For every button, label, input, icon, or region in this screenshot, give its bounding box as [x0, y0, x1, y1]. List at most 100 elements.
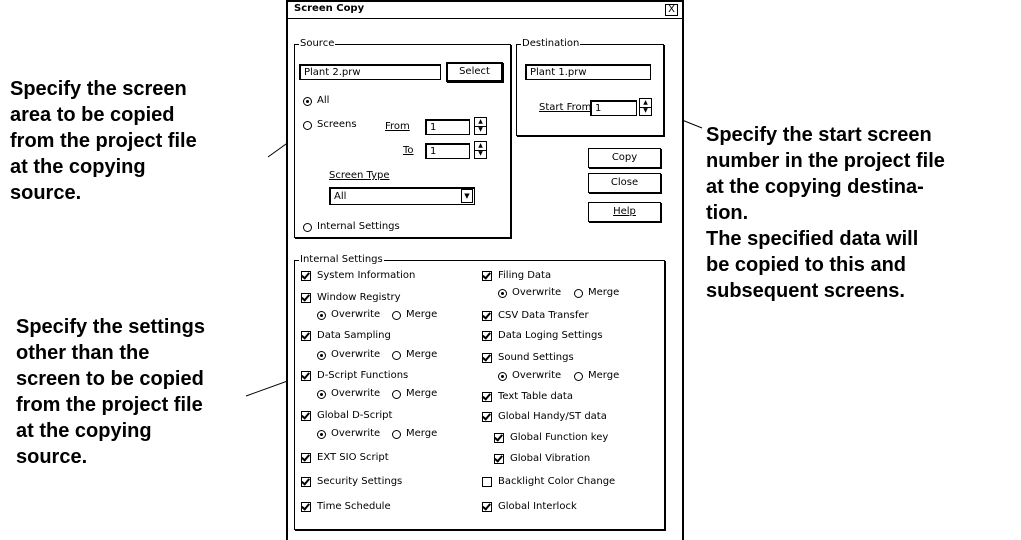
- security-settings-label: Security Settings: [317, 476, 403, 487]
- screen-type-value: All: [334, 191, 347, 202]
- overwrite-label: Overwrite: [331, 309, 381, 320]
- checkbox[interactable]: [482, 412, 492, 422]
- checkbox[interactable]: [301, 477, 311, 487]
- global-vibration-label: Global Vibration: [510, 453, 591, 464]
- annotation-line: source.: [10, 182, 82, 204]
- annotation-line: Specify the settings: [16, 316, 205, 338]
- ext-sio-script-label: EXT SIO Script: [317, 452, 389, 463]
- merge-label: Merge: [406, 309, 438, 320]
- overwrite-label: Overwrite: [331, 428, 381, 439]
- destination-legend: Destination: [521, 38, 581, 49]
- time-schedule-label: Time Schedule: [317, 501, 391, 512]
- checkbox[interactable]: [482, 311, 492, 321]
- all-label: All: [317, 95, 330, 106]
- overwrite-radio[interactable]: [317, 311, 326, 320]
- annotation-line: number in the project file: [706, 150, 945, 172]
- to-field[interactable]: 1: [425, 143, 470, 159]
- close-button[interactable]: Close: [588, 173, 661, 193]
- to-label: To: [403, 145, 414, 156]
- overwrite-label: Overwrite: [512, 370, 562, 381]
- checkbox[interactable]: [482, 331, 492, 341]
- screen-type-label: Screen Type: [329, 170, 390, 181]
- title-bar: Screen Copy X: [288, 2, 682, 19]
- destination-file-field[interactable]: Plant 1.prw: [525, 64, 651, 80]
- select-button[interactable]: Select: [446, 62, 503, 82]
- merge-radio[interactable]: [574, 289, 583, 298]
- checkbox[interactable]: [482, 392, 492, 402]
- annotation-line: screen to be copied: [16, 368, 204, 390]
- to-spinner[interactable]: ▲ ▼: [474, 141, 487, 159]
- checkbox[interactable]: [301, 271, 311, 281]
- spin-down-icon[interactable]: ▼: [640, 107, 651, 115]
- all-radio[interactable]: [303, 97, 312, 106]
- internal-settings-legend: Internal Settings: [299, 254, 384, 265]
- start-from-field[interactable]: 1: [590, 100, 637, 116]
- global-interlock-label: Global Interlock: [498, 501, 577, 512]
- checkbox[interactable]: [482, 502, 492, 512]
- annotation-line: from the project file: [10, 130, 197, 152]
- overwrite-radio[interactable]: [317, 390, 326, 399]
- merge-radio[interactable]: [392, 311, 401, 320]
- internal-settings-group: Internal Settings System Information Win…: [294, 254, 665, 530]
- merge-radio[interactable]: [392, 430, 401, 439]
- annotation-line: at the copying destina-: [706, 176, 924, 198]
- annotation-line: tion.: [706, 202, 749, 224]
- from-spinner[interactable]: ▲ ▼: [474, 117, 487, 135]
- spin-down-icon[interactable]: ▼: [475, 150, 486, 158]
- checkbox[interactable]: [494, 433, 504, 443]
- overwrite-radio[interactable]: [317, 351, 326, 360]
- annotation-line: area to be copied: [10, 104, 175, 126]
- text-table-data-label: Text Table data: [498, 391, 573, 402]
- merge-label: Merge: [588, 287, 620, 298]
- help-button[interactable]: Help: [588, 202, 661, 222]
- annotation-line: at the copying: [10, 156, 146, 178]
- screen-type-select[interactable]: All ▼: [329, 187, 475, 205]
- overwrite-label: Overwrite: [331, 349, 381, 360]
- dialog-title: Screen Copy: [294, 3, 365, 14]
- checkbox[interactable]: [301, 371, 311, 381]
- overwrite-label: Overwrite: [331, 388, 381, 399]
- close-icon[interactable]: X: [665, 4, 678, 16]
- spin-down-icon[interactable]: ▼: [475, 126, 486, 134]
- source-group: Source Plant 2.prw Select All Screens Fr…: [294, 38, 511, 238]
- overwrite-radio[interactable]: [498, 289, 507, 298]
- source-legend: Source: [299, 38, 336, 49]
- merge-label: Merge: [406, 349, 438, 360]
- copy-button[interactable]: Copy: [588, 148, 661, 168]
- checkbox[interactable]: [494, 454, 504, 464]
- global-handy-st-data-label: Global Handy/ST data: [498, 411, 607, 422]
- screens-radio[interactable]: [303, 121, 312, 130]
- dropdown-arrow-icon[interactable]: ▼: [461, 189, 473, 203]
- annotation-line: other than the: [16, 342, 150, 364]
- d-script-functions-label: D-Script Functions: [317, 370, 409, 381]
- checkbox[interactable]: [301, 453, 311, 463]
- annotation-line: subsequent screens.: [706, 280, 905, 302]
- checkbox[interactable]: [301, 331, 311, 341]
- checkbox[interactable]: [482, 477, 492, 487]
- screens-label: Screens: [317, 119, 357, 130]
- start-from-spinner[interactable]: ▲ ▼: [639, 98, 652, 116]
- from-field[interactable]: 1: [425, 119, 470, 135]
- csv-data-transfer-label: CSV Data Transfer: [498, 310, 589, 321]
- checkbox[interactable]: [482, 353, 492, 363]
- overwrite-radio[interactable]: [317, 430, 326, 439]
- merge-radio[interactable]: [392, 390, 401, 399]
- screen-copy-dialog: Screen Copy X Source Plant 2.prw Select …: [286, 0, 684, 540]
- checkbox[interactable]: [301, 502, 311, 512]
- merge-radio[interactable]: [574, 372, 583, 381]
- annotation-line: be copied to this and: [706, 254, 907, 276]
- checkbox[interactable]: [301, 411, 311, 421]
- merge-radio[interactable]: [392, 351, 401, 360]
- annotation-line: Specify the screen: [10, 78, 187, 100]
- checkbox[interactable]: [301, 293, 311, 303]
- overwrite-radio[interactable]: [498, 372, 507, 381]
- internal-settings-radio[interactable]: [303, 223, 312, 232]
- annotation-settings: Specify the settings other than the scre…: [16, 314, 205, 470]
- annotation-line: from the project file: [16, 394, 203, 416]
- internal-settings-label: Internal Settings: [317, 221, 400, 232]
- merge-label: Merge: [588, 370, 620, 381]
- global-d-script-label: Global D-Script: [317, 410, 393, 421]
- checkbox[interactable]: [482, 271, 492, 281]
- source-file-field[interactable]: Plant 2.prw: [299, 64, 441, 80]
- system-information-label: System Information: [317, 270, 416, 281]
